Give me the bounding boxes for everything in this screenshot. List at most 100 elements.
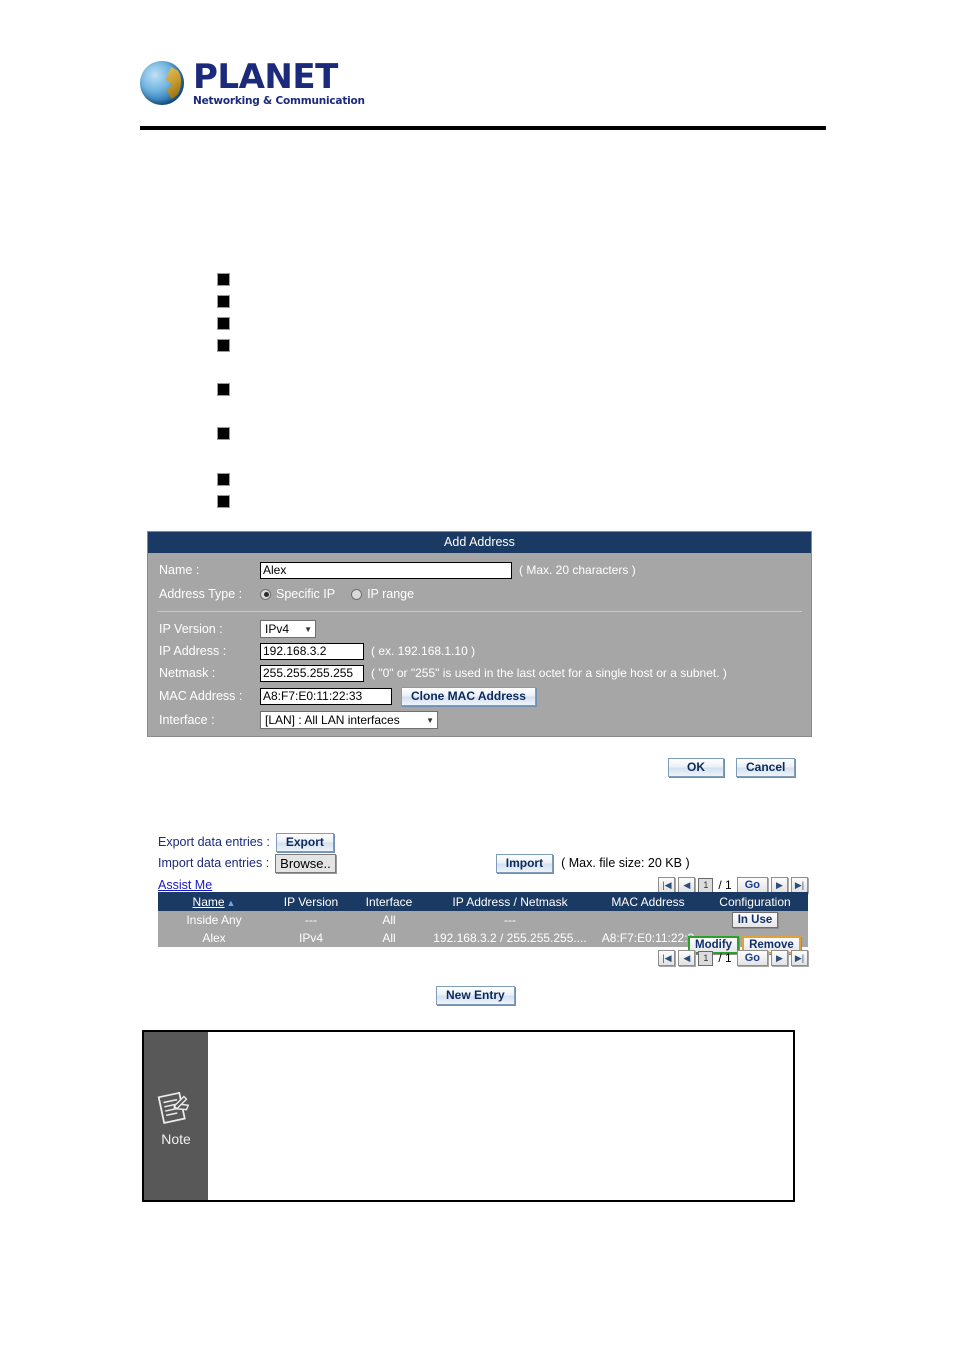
square-bullet-icon bbox=[217, 339, 230, 352]
square-bullet-icon bbox=[217, 383, 230, 396]
sort-ascending-icon[interactable]: ▲ bbox=[227, 898, 236, 908]
mac-address-row: MAC Address : A8:F7:E0:11:22:33 Clone MA… bbox=[148, 684, 811, 708]
radio-on-icon[interactable] bbox=[260, 588, 271, 600]
interface-row: Interface : [LAN] : All LAN interfaces bbox=[148, 708, 811, 732]
column-header-name-label[interactable]: Name bbox=[193, 895, 225, 909]
browse-button[interactable]: Browse.. bbox=[275, 853, 336, 873]
bottom-pager: |◀ ◀ 1 / 1 Go ▶ ▶| bbox=[658, 950, 808, 966]
cell-mac-address: A8:F7:E0:11:22:3 bbox=[601, 931, 695, 945]
list-item bbox=[217, 336, 778, 358]
column-header-ip-version: IP Version bbox=[283, 894, 339, 909]
dialog-separator bbox=[157, 611, 802, 612]
export-button[interactable]: Export bbox=[275, 832, 334, 852]
pager-go-button[interactable]: Go bbox=[736, 877, 768, 893]
pager-prev-button[interactable]: ◀ bbox=[678, 950, 696, 966]
clone-mac-address-button[interactable]: Clone MAC Address bbox=[401, 686, 536, 706]
pager-total-label: / 1 bbox=[718, 951, 732, 965]
list-item bbox=[217, 314, 778, 336]
interface-select[interactable]: [LAN] : All LAN interfaces bbox=[260, 711, 438, 729]
address-type-row: Address Type : Specific IP IP range bbox=[148, 582, 811, 606]
table-header-row: Name ▲ IP Version Interface IP Address / … bbox=[158, 892, 808, 911]
cell-name: Inside Any bbox=[186, 913, 242, 927]
in-use-button: In Use bbox=[731, 912, 779, 928]
top-pager: |◀ ◀ 1 / 1 Go ▶ ▶| bbox=[658, 877, 808, 893]
new-entry-button[interactable]: New Entry bbox=[436, 986, 515, 1005]
ip-address-input[interactable]: 192.168.3.2 bbox=[260, 642, 364, 660]
list-item bbox=[217, 292, 778, 314]
pager-last-button[interactable]: ▶| bbox=[791, 950, 808, 966]
pager-last-button[interactable]: ▶| bbox=[791, 877, 808, 893]
pager-total-label: / 1 bbox=[718, 878, 732, 892]
cell-name: Alex bbox=[202, 931, 226, 945]
import-hint: ( Max. file size: 20 KB ) bbox=[561, 856, 690, 870]
netmask-input[interactable]: 255.255.255.255 bbox=[260, 664, 364, 682]
table-row: Alex IPv4 All 192.168.3.2 / 255.255.255.… bbox=[158, 929, 808, 954]
ip-version-select[interactable]: IPv4 bbox=[260, 620, 316, 638]
square-bullet-icon bbox=[217, 317, 230, 330]
pager-page-input[interactable]: 1 bbox=[698, 950, 714, 966]
cell-ip-version: --- bbox=[305, 913, 317, 927]
cell-configuration: In Use bbox=[702, 912, 808, 928]
dialog-body: Name : Alex ( Max. 20 characters ) Addre… bbox=[148, 553, 811, 736]
planet-globe-icon bbox=[140, 61, 184, 105]
ip-address-row: IP Address : 192.168.3.2 ( ex. 192.168.1… bbox=[148, 640, 811, 662]
column-header-name[interactable]: Name ▲ bbox=[158, 895, 270, 909]
radio-ip-range[interactable]: IP range bbox=[351, 587, 414, 601]
cell-interface: All bbox=[382, 913, 396, 927]
ok-button[interactable]: OK bbox=[668, 758, 724, 777]
logo-text-group: PLANET Networking & Communication bbox=[193, 60, 365, 107]
name-row: Name : Alex ( Max. 20 characters ) bbox=[148, 558, 811, 582]
radio-specific-ip-label: Specific IP bbox=[276, 587, 336, 601]
column-header-ip-netmask: IP Address / Netmask bbox=[452, 894, 568, 909]
list-item bbox=[217, 492, 778, 514]
column-header-configuration: Configuration bbox=[719, 894, 791, 909]
pager-next-button[interactable]: ▶ bbox=[771, 877, 788, 893]
note-text bbox=[208, 1032, 793, 1200]
pager-page-input[interactable]: 1 bbox=[698, 877, 714, 893]
cell-ip-version: IPv4 bbox=[298, 931, 323, 945]
logo-wordmark: PLANET bbox=[193, 56, 338, 97]
address-type-label: Address Type : bbox=[159, 587, 243, 601]
assist-me-link[interactable]: Assist Me bbox=[158, 878, 212, 892]
import-row: Import data entries : Browse.. Import ( … bbox=[158, 852, 808, 874]
column-header-interface: Interface bbox=[365, 894, 413, 909]
cell-interface: All bbox=[382, 931, 396, 945]
ip-address-label: IP Address : bbox=[159, 644, 227, 658]
square-bullet-icon bbox=[217, 473, 230, 486]
note-pencil-icon bbox=[157, 1091, 190, 1124]
pager-next-button[interactable]: ▶ bbox=[771, 950, 788, 966]
planet-logo: PLANET Networking & Communication bbox=[140, 52, 826, 114]
netmask-hint: ( "0" or "255" is used in the last octet… bbox=[371, 666, 727, 680]
radio-off-icon[interactable] bbox=[351, 588, 363, 600]
import-button[interactable]: Import bbox=[495, 853, 554, 873]
name-hint: ( Max. 20 characters ) bbox=[519, 563, 636, 577]
ip-address-hint: ( ex. 192.168.1.10 ) bbox=[371, 644, 476, 658]
mac-address-input[interactable]: A8:F7:E0:11:22:33 bbox=[260, 687, 392, 705]
name-input[interactable]: Alex bbox=[260, 561, 512, 579]
pager-first-button[interactable]: |◀ bbox=[658, 877, 676, 893]
square-bullet-icon bbox=[217, 295, 230, 308]
square-bullet-icon bbox=[217, 427, 230, 440]
list-item bbox=[217, 424, 778, 446]
pager-first-button[interactable]: |◀ bbox=[658, 950, 676, 966]
logo-tagline: Networking & Communication bbox=[193, 94, 365, 107]
list-item bbox=[217, 380, 778, 402]
netmask-row: Netmask : 255.255.255.255 ( "0" or "255"… bbox=[148, 662, 811, 684]
note-sidebar: Note bbox=[144, 1032, 208, 1200]
import-export-block: Export data entries : Export Import data… bbox=[158, 832, 808, 896]
pager-prev-button[interactable]: ◀ bbox=[678, 877, 696, 893]
page-header: PLANET Networking & Communication bbox=[140, 52, 826, 114]
ip-version-label: IP Version : bbox=[159, 622, 223, 636]
export-row: Export data entries : Export bbox=[158, 832, 808, 852]
note-label: Note bbox=[161, 1130, 191, 1147]
export-label: Export data entries : bbox=[158, 835, 270, 849]
pager-go-button[interactable]: Go bbox=[736, 950, 768, 966]
cancel-button[interactable]: Cancel bbox=[736, 758, 796, 777]
import-label: Import data entries : bbox=[158, 856, 270, 870]
list-item bbox=[217, 270, 778, 292]
radio-specific-ip[interactable]: Specific IP bbox=[260, 587, 335, 601]
netmask-label: Netmask : bbox=[159, 666, 216, 680]
interface-label: Interface : bbox=[159, 713, 215, 727]
bottom-pager-wrap: |◀ ◀ 1 / 1 Go ▶ ▶| bbox=[158, 950, 808, 966]
square-bullet-icon bbox=[217, 495, 230, 508]
